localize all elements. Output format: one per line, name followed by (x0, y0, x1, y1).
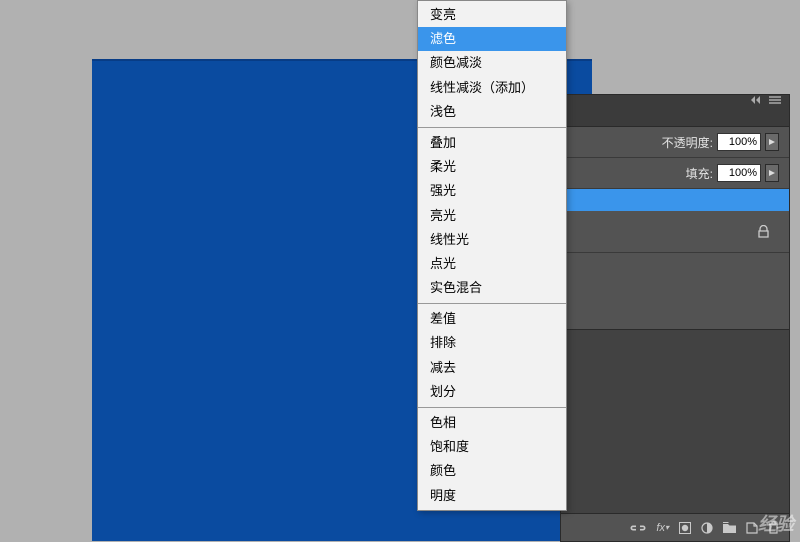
opacity-label: 不透明度: (662, 134, 713, 151)
blend-mode-item[interactable]: 减去 (418, 356, 566, 380)
layer-background[interactable] (561, 211, 789, 253)
blend-mode-item[interactable]: 叠加 (418, 131, 566, 155)
blend-mode-item[interactable]: 颜色 (418, 459, 566, 483)
fill-label: 填充: (686, 165, 713, 182)
blend-mode-item[interactable]: 点光 (418, 252, 566, 276)
menu-separator (418, 303, 566, 304)
fx-icon[interactable]: fx▾ (656, 522, 669, 534)
fill-row: 填充: 100% (561, 158, 789, 189)
blend-mode-item[interactable]: 颜色减淡 (418, 51, 566, 75)
group-icon[interactable] (723, 522, 736, 533)
layers-list[interactable] (561, 189, 789, 329)
mask-icon[interactable] (679, 522, 691, 534)
blend-mode-item[interactable]: 线性光 (418, 228, 566, 252)
blend-mode-item[interactable]: 线性减淡（添加） (418, 76, 566, 100)
panel-footer: fx▾ (561, 513, 789, 541)
layers-panel: 不透明度: 100% 填充: 100% (560, 94, 790, 542)
fill-input[interactable]: 100% (717, 164, 761, 182)
blend-mode-item[interactable]: 色相 (418, 411, 566, 435)
blend-mode-item[interactable]: 划分 (418, 380, 566, 404)
blend-mode-item[interactable]: 实色混合 (418, 276, 566, 300)
opacity-row: 不透明度: 100% (561, 127, 789, 158)
adjustment-icon[interactable] (701, 522, 713, 534)
link-layers-icon[interactable] (630, 523, 646, 533)
new-layer-icon[interactable] (746, 522, 758, 534)
blend-mode-item[interactable]: 强光 (418, 179, 566, 203)
panel-tabs[interactable] (561, 105, 789, 127)
blend-mode-item[interactable]: 排除 (418, 331, 566, 355)
blend-mode-item[interactable]: 柔光 (418, 155, 566, 179)
panel-menu-icon[interactable] (765, 96, 785, 104)
opacity-input[interactable]: 100% (717, 133, 761, 151)
menu-separator (418, 407, 566, 408)
blend-mode-item[interactable]: 滤色 (418, 27, 566, 51)
trash-icon[interactable] (768, 521, 779, 534)
menu-separator (418, 127, 566, 128)
opacity-flyout[interactable] (765, 133, 779, 151)
layer-selected[interactable] (561, 189, 789, 211)
panel-collapse-icon[interactable] (747, 96, 765, 104)
blend-mode-item[interactable]: 浅色 (418, 100, 566, 124)
blend-mode-menu[interactable]: 变亮滤色颜色减淡线性减淡（添加）浅色叠加柔光强光亮光线性光点光实色混合差值排除减… (417, 0, 567, 511)
panel-collapse-bar[interactable] (561, 95, 789, 105)
fill-flyout[interactable] (765, 164, 779, 182)
blend-mode-item[interactable]: 饱和度 (418, 435, 566, 459)
blend-mode-item[interactable]: 亮光 (418, 204, 566, 228)
lock-icon (758, 225, 769, 238)
blend-mode-item[interactable]: 变亮 (418, 3, 566, 27)
panel-body: 不透明度: 100% 填充: 100% (561, 105, 789, 541)
blend-mode-item[interactable]: 明度 (418, 484, 566, 508)
blend-mode-item[interactable]: 差值 (418, 307, 566, 331)
panel-empty-area (561, 329, 789, 513)
